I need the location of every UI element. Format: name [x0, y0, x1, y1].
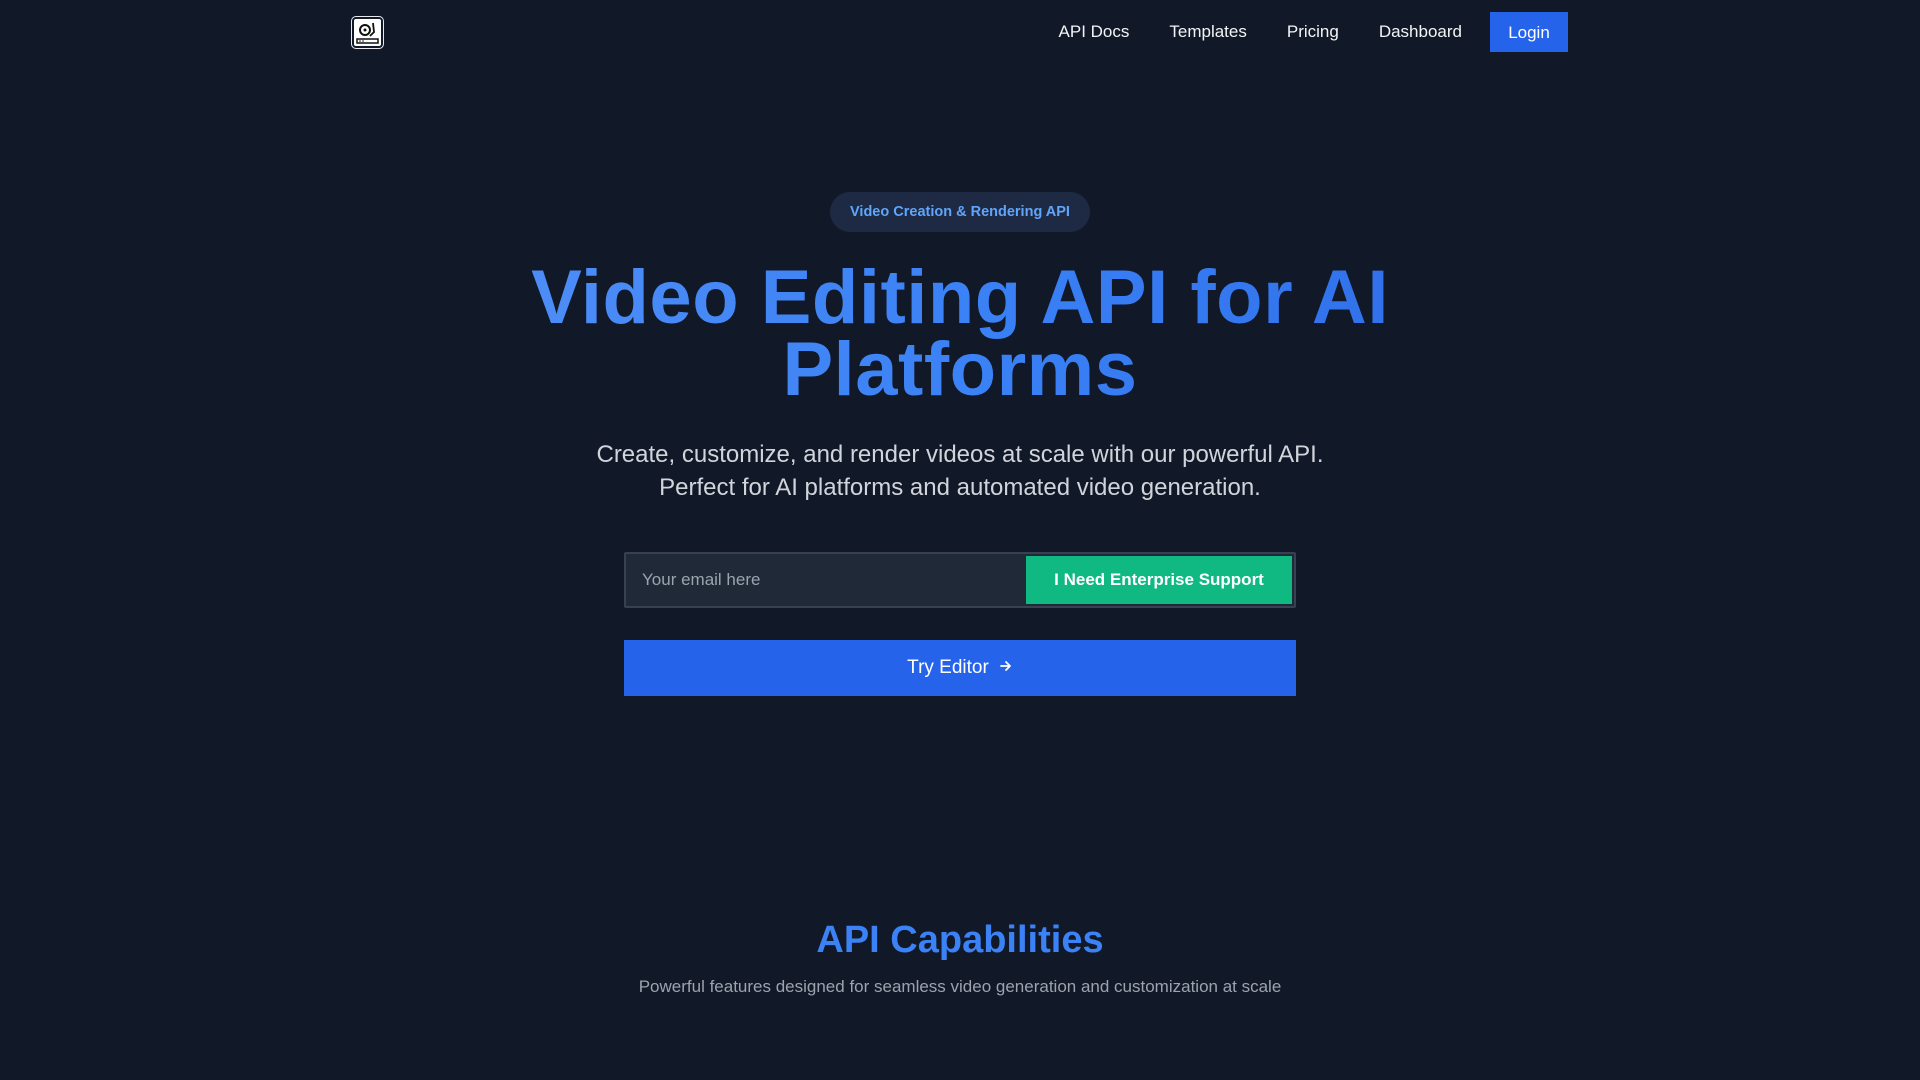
hero-subtitle: Create, customize, and render videos at … [596, 441, 1324, 501]
email-input[interactable] [626, 554, 1026, 606]
hero-title-line2: Platforms [782, 327, 1138, 412]
nav-links: API Docs Templates Pricing Dashboard Log… [1059, 12, 1568, 52]
nav-link-templates[interactable]: Templates [1169, 12, 1246, 52]
try-editor-label: Try Editor [907, 657, 989, 678]
email-signup-form: I Need Enterprise Support [624, 552, 1296, 608]
capabilities-title: API Capabilities [816, 919, 1104, 961]
turntable-logo-icon[interactable] [351, 16, 384, 49]
nav-link-api-docs[interactable]: API Docs [1059, 12, 1130, 52]
login-button[interactable]: Login [1490, 12, 1568, 52]
enterprise-support-button[interactable]: I Need Enterprise Support [1026, 556, 1292, 604]
logo-graphic [356, 22, 379, 44]
try-editor-button[interactable]: Try Editor [624, 640, 1296, 696]
capabilities-subtitle: Powerful features designed for seamless … [638, 977, 1282, 996]
hero-title: Video Editing API for AI Platforms [460, 262, 1460, 406]
top-navbar: API Docs Templates Pricing Dashboard Log… [0, 0, 1920, 64]
arrow-right-icon [999, 659, 1013, 677]
nav-link-dashboard[interactable]: Dashboard [1379, 12, 1462, 52]
hero-badge: Video Creation & Rendering API [830, 192, 1090, 232]
nav-link-pricing[interactable]: Pricing [1287, 12, 1339, 52]
